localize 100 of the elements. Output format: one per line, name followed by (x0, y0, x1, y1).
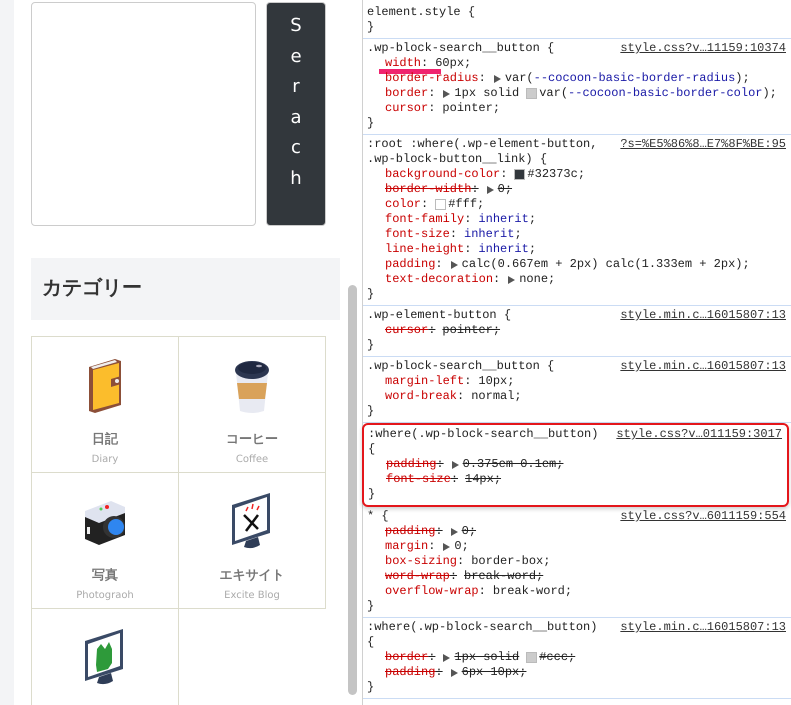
expand-icon[interactable] (443, 90, 450, 98)
css-selector: .wp-block-search__button { (367, 41, 554, 56)
category-subtitle: Excite Blog (224, 588, 280, 603)
expand-icon[interactable] (443, 542, 450, 550)
css-property: line-height: (385, 242, 472, 257)
css-selector: * { (367, 509, 389, 524)
closing-brace: } (367, 404, 376, 419)
css-value: #ccc; (539, 650, 576, 665)
css-value: 14px; (465, 472, 502, 487)
category-title: 写真 (92, 568, 118, 584)
css-value: var(--cocoon-basic-border-color); (539, 86, 777, 101)
closing-brace: } (367, 116, 376, 131)
css-property: padding: (385, 524, 443, 539)
css-selector: .wp-element-button { (367, 308, 512, 323)
css-value: 6px 10px; (462, 665, 526, 680)
css-selector: element.style { (367, 5, 476, 20)
expand-icon[interactable] (508, 276, 516, 284)
css-value: inherit; (478, 212, 536, 227)
css-value: 60px; (435, 56, 472, 71)
css-property: border: (385, 650, 436, 665)
css-selector: { (367, 635, 374, 650)
color-swatch[interactable] (526, 88, 538, 99)
expand-icon[interactable] (450, 528, 458, 536)
css-value: break-word; (492, 584, 572, 599)
css-property: color: (385, 197, 428, 212)
css-property: word-break: (385, 389, 464, 404)
css-value: #32373c; (527, 167, 586, 182)
source-link[interactable]: style.min.c…16015807:13 (620, 308, 786, 323)
css-value: calc(0.667em + 2px) calc(1.333em + 2px); (462, 257, 750, 272)
css-value: normal; (471, 389, 522, 404)
css-property: font-size: (386, 472, 458, 487)
expand-icon[interactable] (443, 654, 450, 662)
css-value: 0; (498, 182, 512, 197)
expand-icon[interactable] (494, 74, 501, 82)
expand-icon[interactable] (450, 260, 458, 268)
category-tile[interactable]: 写真 Photograoh (32, 473, 179, 609)
color-swatch[interactable] (514, 169, 526, 180)
css-property: cursor: (385, 323, 436, 338)
css-value: inherit; (478, 242, 536, 257)
category-tile[interactable]: エキサイト Excite Blog (179, 473, 326, 609)
css-value: break-word; (464, 569, 544, 584)
closing-brace: } (367, 287, 376, 302)
css-selector: :where(.wp-block-search__button) (367, 620, 598, 635)
css-value: pointer; (442, 323, 500, 338)
css-value: var(--cocoon-basic-border-radius); (504, 71, 750, 86)
css-value: 0.375em 0.1em; (462, 457, 564, 472)
css-property: width: (385, 56, 428, 71)
css-value: 0; (462, 524, 476, 539)
source-link[interactable]: style.min.c…16015807:13 (620, 620, 786, 635)
css-property: margin: (385, 539, 436, 554)
source-link[interactable]: style.css?v…6011159:554 (620, 509, 786, 524)
closing-brace: } (368, 487, 376, 502)
css-selector: .wp-block-button__link) { (367, 152, 548, 167)
search-field[interactable] (31, 2, 256, 226)
category-subtitle: Photograoh (76, 588, 134, 603)
color-swatch[interactable] (435, 199, 446, 210)
source-link[interactable]: style.css?v…011159:3017 (616, 427, 782, 442)
css-value: 10px; (478, 374, 514, 389)
closing-brace: } (367, 338, 376, 353)
css-property: border-width: (385, 182, 479, 197)
category-subtitle: Diary (92, 452, 118, 467)
css-property: box-sizing: (385, 554, 464, 569)
css-property: text-decoration: (385, 272, 500, 287)
css-value: 0; (454, 539, 469, 554)
category-tile[interactable]: コーヒー Coffee (179, 337, 326, 473)
closing-brace: } (367, 20, 376, 35)
css-property: padding: (385, 257, 443, 272)
category-title: 日記 (92, 432, 118, 448)
category-heading: カテゴリー (31, 258, 340, 320)
css-value: none; (519, 272, 556, 287)
expand-icon[interactable] (450, 668, 458, 676)
closing-brace: } (367, 599, 376, 614)
category-tile[interactable]: 日記 Diary (32, 337, 179, 473)
css-property: overflow-wrap: (385, 584, 486, 599)
css-value: pointer; (442, 101, 500, 116)
expand-icon[interactable] (452, 460, 459, 468)
css-property: word-wrap: (385, 569, 458, 584)
expand-icon[interactable] (486, 186, 494, 194)
category-title: エキサイト (220, 568, 284, 584)
css-value: border-box; (471, 554, 550, 569)
css-selector: .wp-block-search__button { (367, 359, 554, 374)
category-subtitle: Coffee (236, 452, 268, 467)
color-swatch[interactable] (526, 652, 538, 663)
scrollbar-thumb[interactable] (348, 285, 357, 695)
source-link[interactable]: style.min.c…16015807:13 (620, 359, 786, 374)
css-property: background-color: (385, 167, 508, 182)
css-selector: :where(.wp-block-search__button) (368, 427, 598, 442)
source-link[interactable]: style.css?v…11159:10374 (620, 41, 786, 56)
css-property: border: (385, 86, 436, 101)
closing-brace: } (367, 680, 376, 695)
source-link[interactable]: ?s=%E5%86%8…E7%8F%BE:95 (620, 137, 786, 152)
css-selector: :root :where(.wp-element-button, (367, 137, 598, 152)
css-property: padding: (386, 457, 444, 472)
css-value: 1px solid (454, 86, 520, 101)
css-property: cursor: (385, 101, 436, 116)
css-property: font-size: (385, 227, 458, 242)
css-value: inherit; (464, 227, 522, 242)
search-button[interactable]: Serach (266, 2, 326, 226)
css-property: padding: (385, 665, 443, 680)
css-value: #fff; (448, 197, 484, 212)
